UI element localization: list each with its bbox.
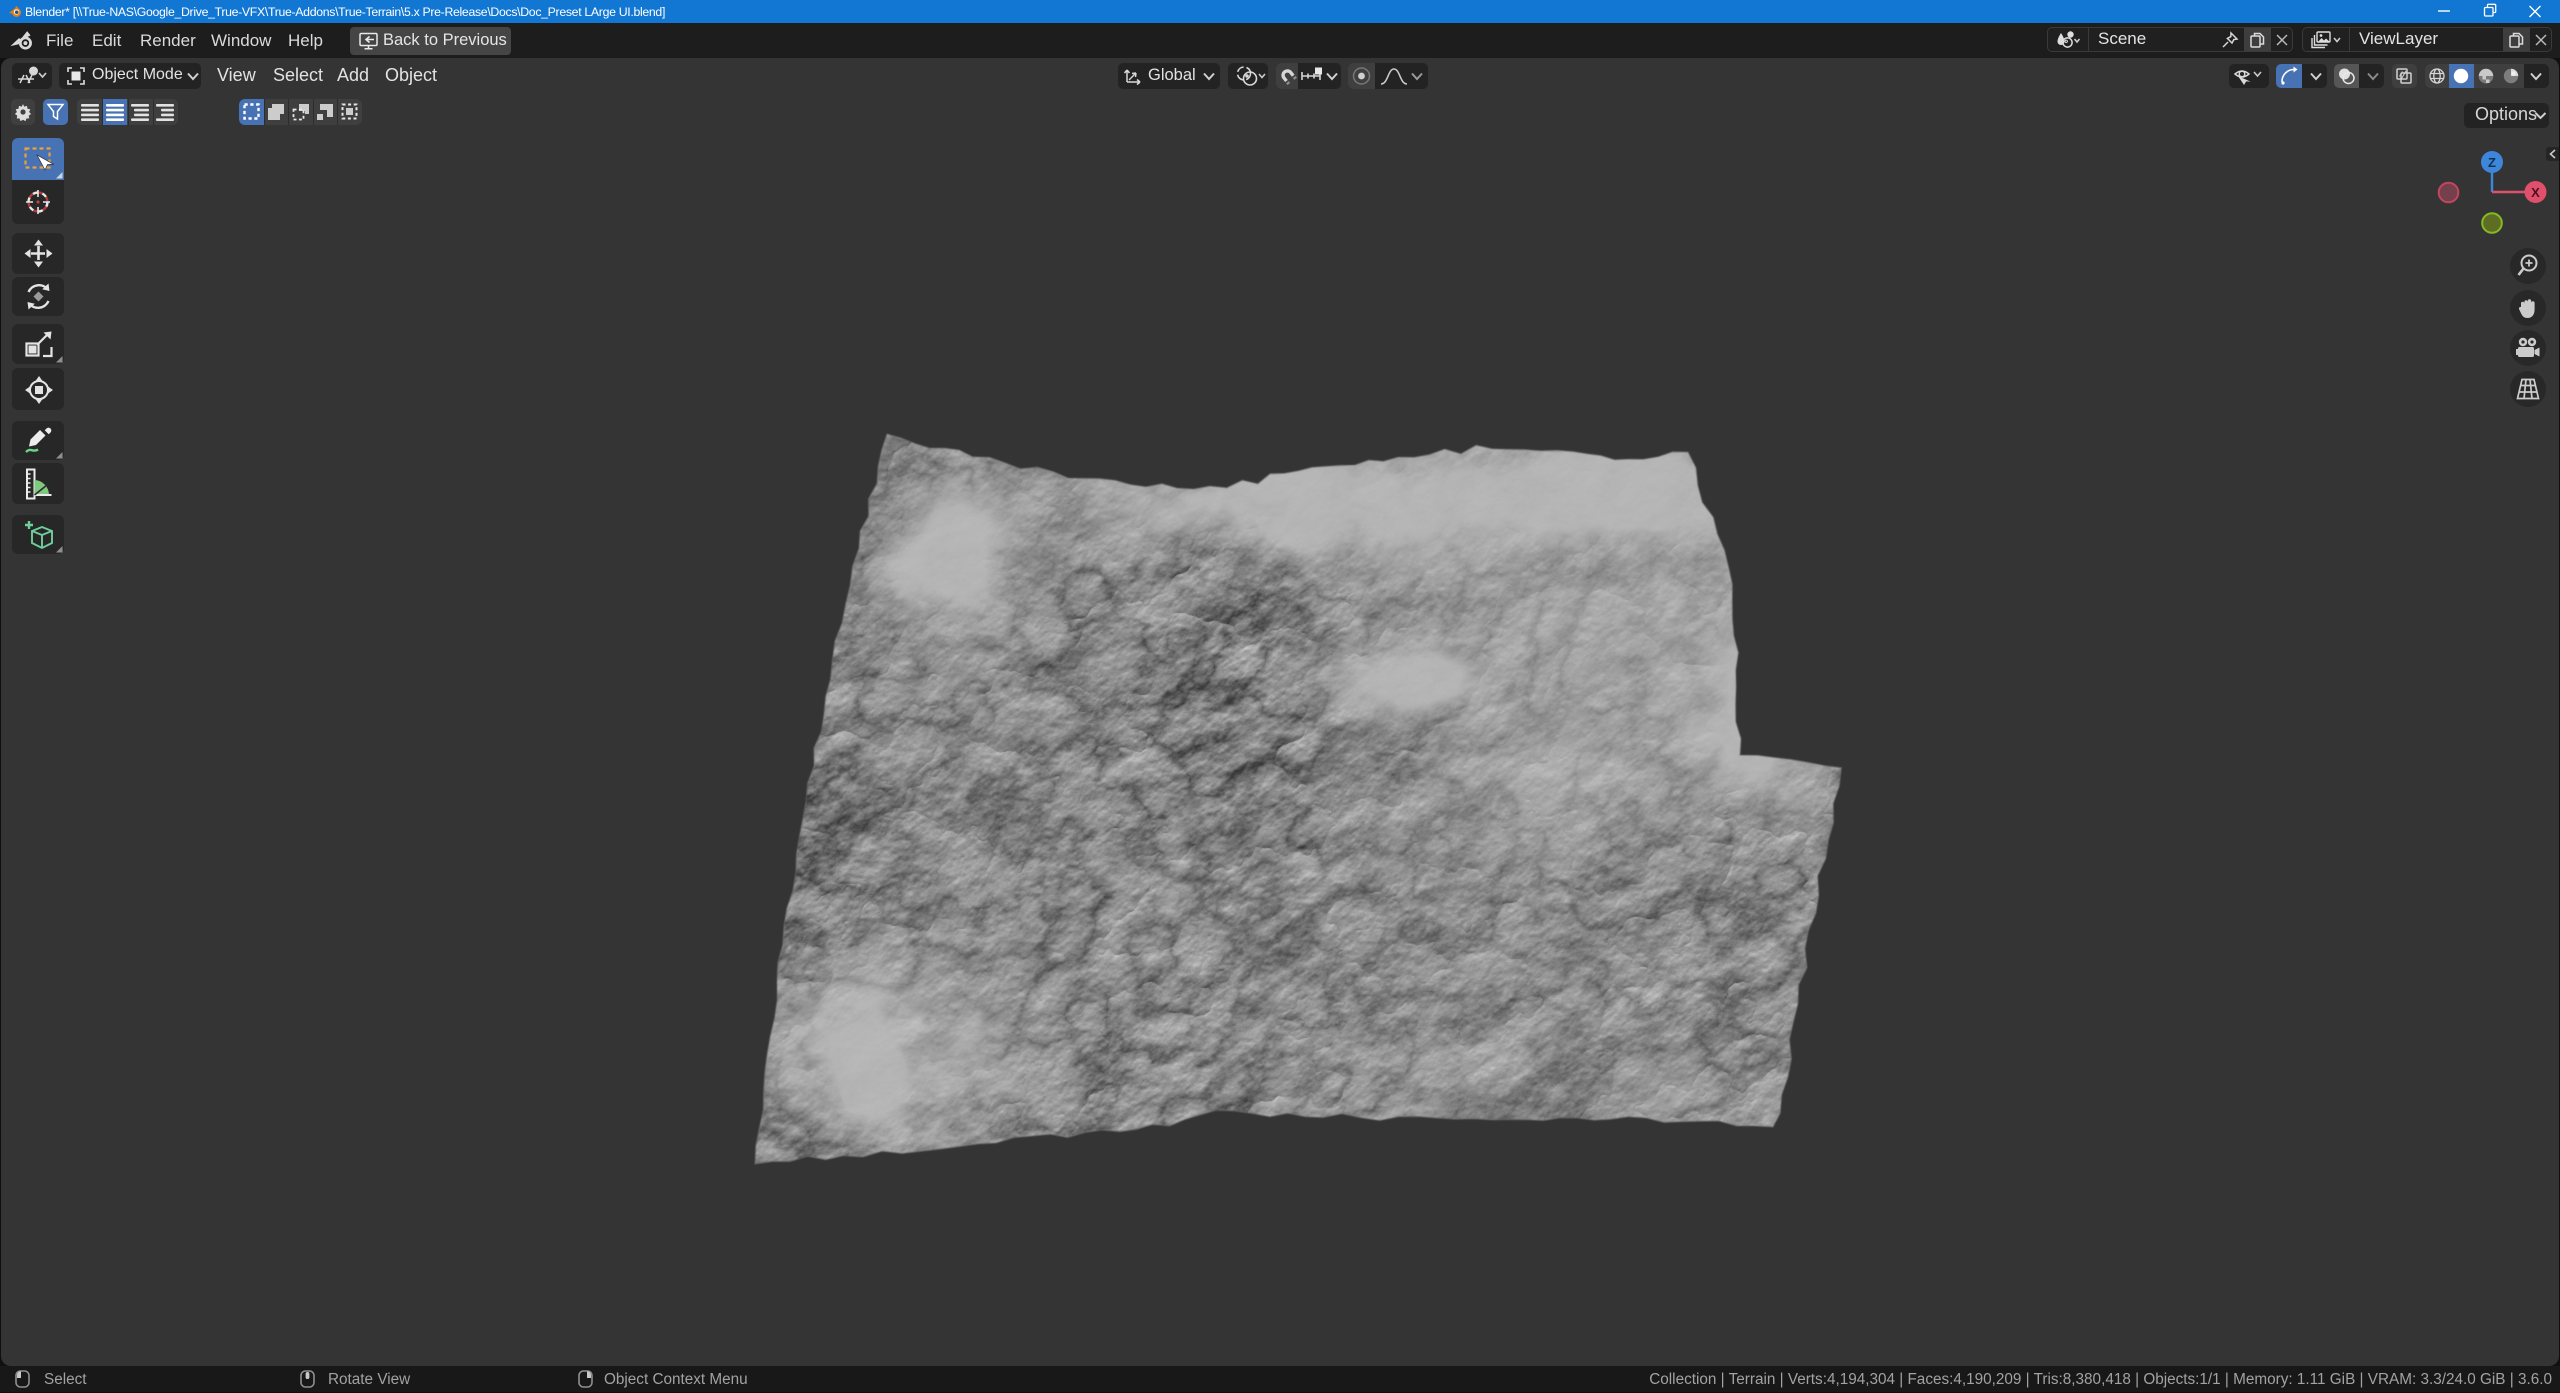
svg-text:X: X [2531,185,2540,200]
svg-text:Z: Z [2488,155,2496,170]
